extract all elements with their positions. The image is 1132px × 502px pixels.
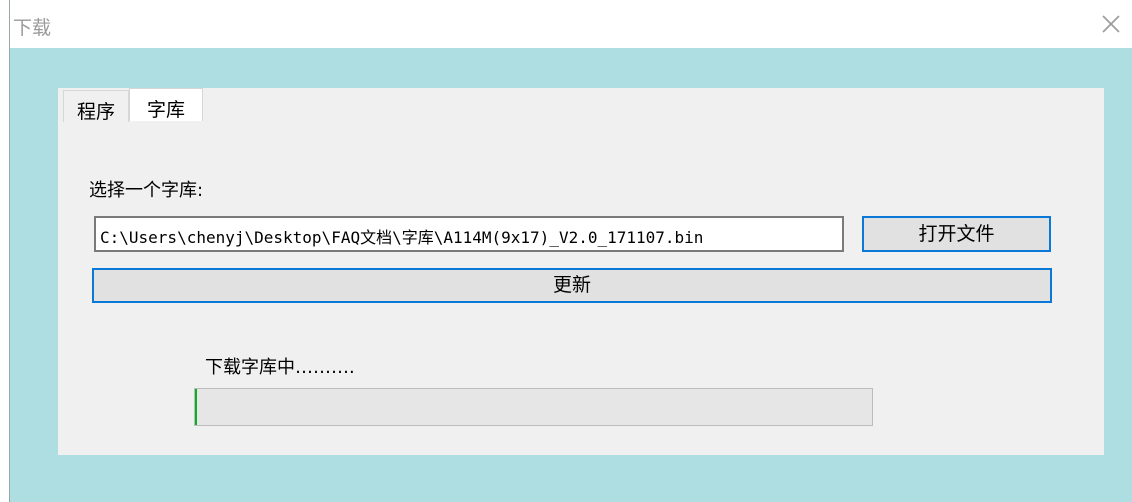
download-status-text: 下载字库中……….	[205, 357, 355, 378]
tab-panel: 程序 字库 选择一个字库: C:\Users\chenyj\Desktop\FA…	[58, 88, 1104, 455]
title-bar: 下载	[10, 0, 1132, 48]
open-file-button[interactable]: 打开文件	[862, 216, 1051, 252]
tab-font-library[interactable]: 字库	[129, 88, 203, 121]
select-font-label: 选择一个字库:	[89, 180, 204, 201]
font-path-input[interactable]: C:\Users\chenyj\Desktop\FAQ文档\字库\A114M(9…	[94, 216, 844, 252]
update-button[interactable]: 更新	[92, 268, 1052, 303]
background-window-fragment	[0, 155, 9, 295]
download-dialog: 下载 程序 字库 选择一个字库: C:\Users\chenyj\Desktop…	[9, 0, 1132, 502]
close-icon	[1102, 15, 1120, 33]
progress-fill	[195, 389, 198, 425]
tab-program[interactable]: 程序	[63, 90, 129, 123]
download-progress-bar	[194, 388, 873, 426]
close-button[interactable]	[1090, 0, 1132, 48]
window-title: 下载	[13, 17, 52, 39]
